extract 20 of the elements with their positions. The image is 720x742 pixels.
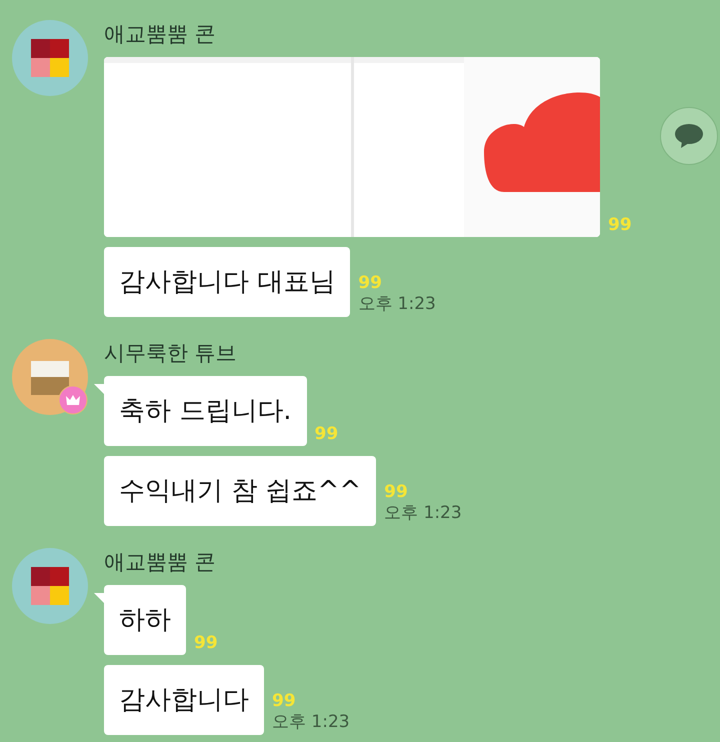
message-time: 오후 1:23 bbox=[358, 293, 436, 315]
message-time: 오후 1:23 bbox=[384, 502, 462, 524]
message-bubble: 감사합니다 대표님 bbox=[104, 247, 350, 317]
unread-count: 99 bbox=[272, 691, 296, 711]
speech-bubble-icon bbox=[674, 123, 704, 149]
message-bubble: 감사합니다 bbox=[104, 665, 264, 735]
bubble-tail bbox=[94, 593, 106, 605]
bubble-tail bbox=[94, 384, 106, 396]
sender-name: 애교뿜뿜 콘 bbox=[104, 21, 217, 48]
message-time: 오후 1:23 bbox=[272, 711, 350, 733]
unread-count: 99 bbox=[608, 215, 632, 235]
sender-name: 시무룩한 튜브 bbox=[104, 340, 238, 367]
unread-count: 99 bbox=[194, 633, 218, 653]
unread-count: 99 bbox=[314, 424, 338, 444]
unread-count: 99 bbox=[358, 273, 382, 293]
avatar-icon[interactable] bbox=[12, 548, 88, 624]
unread-count: 99 bbox=[384, 482, 408, 502]
avatar-icon[interactable] bbox=[12, 20, 88, 96]
message-bubble: 수익내기 참 쉽죠^^ bbox=[104, 456, 376, 526]
sender-name: 애교뿜뿜 콘 bbox=[104, 549, 217, 576]
